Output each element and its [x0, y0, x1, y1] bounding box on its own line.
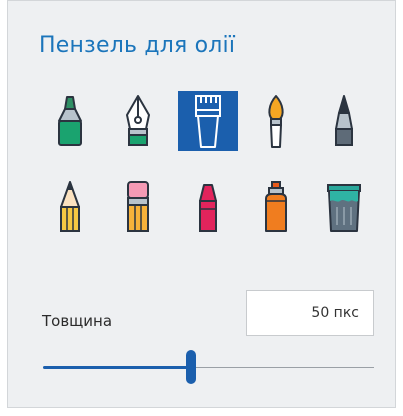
oil-brush-icon [195, 95, 221, 148]
spray-can-icon [265, 181, 287, 232]
watercolor-brush-icon [268, 95, 284, 148]
fine-pen-icon [335, 95, 353, 146]
thickness-label: Товщина [42, 312, 113, 330]
marker-icon [58, 96, 82, 146]
tool-fill-bucket[interactable] [314, 177, 374, 237]
tool-pencil[interactable] [40, 177, 100, 237]
tool-crayon[interactable] [178, 177, 238, 237]
tool-spray-can[interactable] [246, 177, 306, 237]
tool-eraser[interactable] [108, 177, 168, 237]
thickness-value-text: 50 пкс [311, 305, 359, 321]
tool-oil-brush[interactable] [178, 91, 238, 151]
calligraphy-pen-icon [126, 95, 150, 146]
eraser-icon [127, 181, 149, 232]
crayon-icon [199, 184, 217, 232]
thickness-slider-fill [43, 366, 191, 369]
thickness-value-field[interactable]: 50 пкс [246, 290, 374, 336]
pencil-icon [60, 181, 80, 232]
thickness-slider-thumb[interactable] [186, 350, 196, 384]
panel-title: Пензель для олії [39, 33, 236, 58]
tool-marker[interactable] [40, 91, 100, 151]
thickness-slider-track[interactable] [196, 367, 374, 368]
brush-panel: Пензель для олії Товщина 50 пкс [7, 0, 396, 408]
fill-bucket-icon [327, 184, 361, 232]
tool-calligraphy-pen[interactable] [108, 91, 168, 151]
tool-fine-pen[interactable] [314, 91, 374, 151]
tool-watercolor-brush[interactable] [246, 91, 306, 151]
